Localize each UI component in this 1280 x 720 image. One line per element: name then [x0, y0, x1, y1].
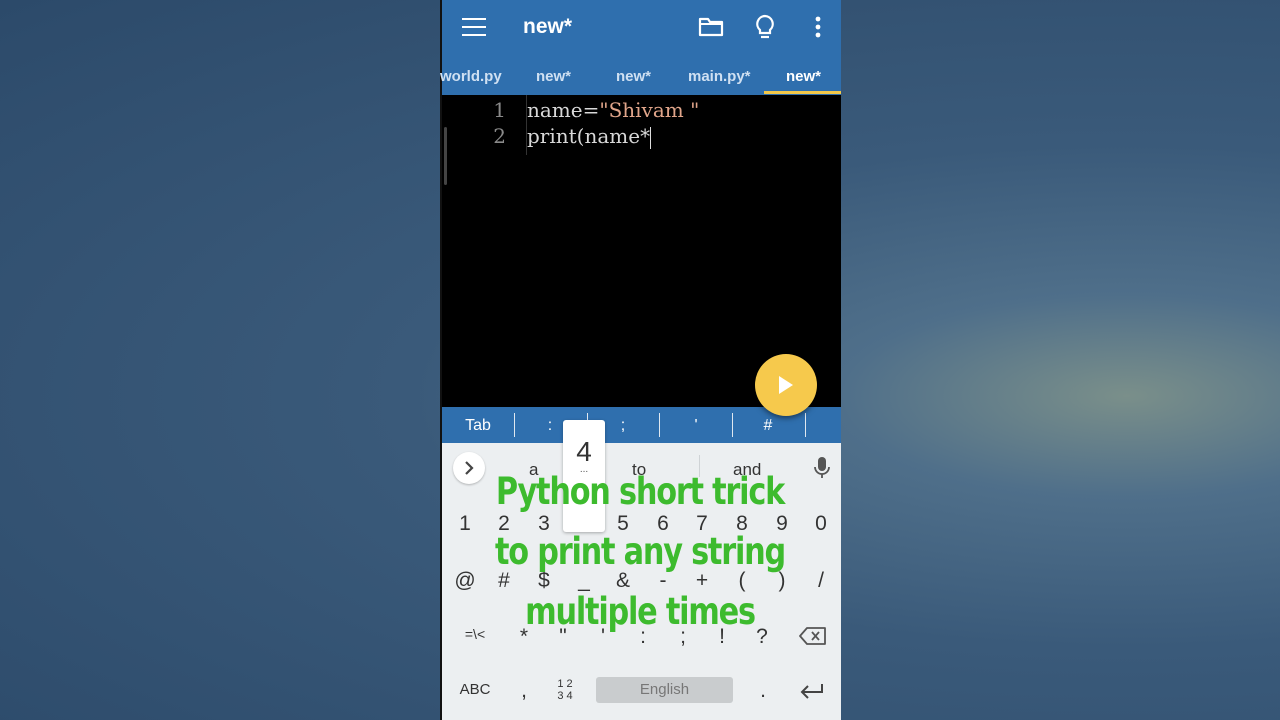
symbol-semicolon[interactable]: ;	[608, 417, 638, 435]
backspace-icon[interactable]	[799, 627, 827, 650]
play-icon	[779, 376, 793, 394]
key-0[interactable]: 0	[806, 512, 836, 536]
tab-new-1[interactable]: new*	[536, 68, 571, 85]
symbol-hash[interactable]: #	[753, 417, 783, 435]
key-at[interactable]: @	[450, 569, 480, 593]
caption-line-3: multiple times	[525, 590, 756, 633]
divider	[514, 413, 515, 437]
file-tabs: world.py new* new* main.py* new*	[440, 60, 841, 95]
code-line-1: name="Shivam "	[527, 98, 699, 122]
microphone-icon[interactable]	[814, 456, 830, 485]
line-number: 2	[493, 124, 506, 148]
line-number: 1	[493, 98, 506, 122]
string-literal: "Shivam "	[599, 98, 700, 122]
tab-new-active[interactable]: new*	[786, 68, 821, 85]
menu-icon[interactable]	[462, 18, 486, 38]
caption-line-2: to print any string	[495, 530, 786, 573]
app-bar: new* world.py new* new* main.py* new*	[440, 0, 841, 95]
tab-main-py[interactable]: main.py*	[688, 68, 751, 85]
divider	[659, 413, 660, 437]
key-period[interactable]: .	[748, 679, 778, 703]
caption-line-1: Python short trick	[495, 470, 785, 513]
key-numpad[interactable]: 1 23 4	[550, 678, 580, 702]
symbol-colon[interactable]: :	[535, 417, 565, 435]
run-button[interactable]	[755, 354, 817, 416]
more-vert-icon[interactable]	[806, 14, 834, 42]
code-line-2: print(name*	[527, 124, 652, 149]
active-tab-indicator	[764, 91, 841, 94]
divider	[805, 413, 806, 437]
tab-world-py[interactable]: world.py	[440, 68, 502, 85]
folder-icon[interactable]	[698, 14, 726, 42]
spacebar[interactable]: English	[596, 677, 733, 703]
code-text: name=	[527, 98, 600, 122]
key-1[interactable]: 1	[450, 512, 480, 536]
text-cursor	[650, 126, 652, 149]
numpad-label-top: 1 2	[557, 678, 573, 690]
key-slash[interactable]: /	[806, 569, 836, 593]
caption-overlay: Python short trick to print any string m…	[479, 462, 800, 642]
divider	[732, 413, 733, 437]
code-text: print(name*	[527, 124, 651, 148]
numpad-label-bottom: 3 4	[557, 690, 573, 702]
lightbulb-icon[interactable]	[754, 14, 782, 42]
key-comma[interactable]: ,	[509, 679, 539, 703]
symbol-tab[interactable]: Tab	[456, 417, 500, 435]
key-abc[interactable]: ABC	[452, 681, 498, 698]
tab-new-2[interactable]: new*	[616, 68, 651, 85]
file-title: new*	[523, 15, 573, 38]
symbol-quote[interactable]: '	[681, 417, 711, 435]
scroll-indicator[interactable]	[444, 127, 447, 185]
enter-icon[interactable]	[800, 683, 824, 704]
